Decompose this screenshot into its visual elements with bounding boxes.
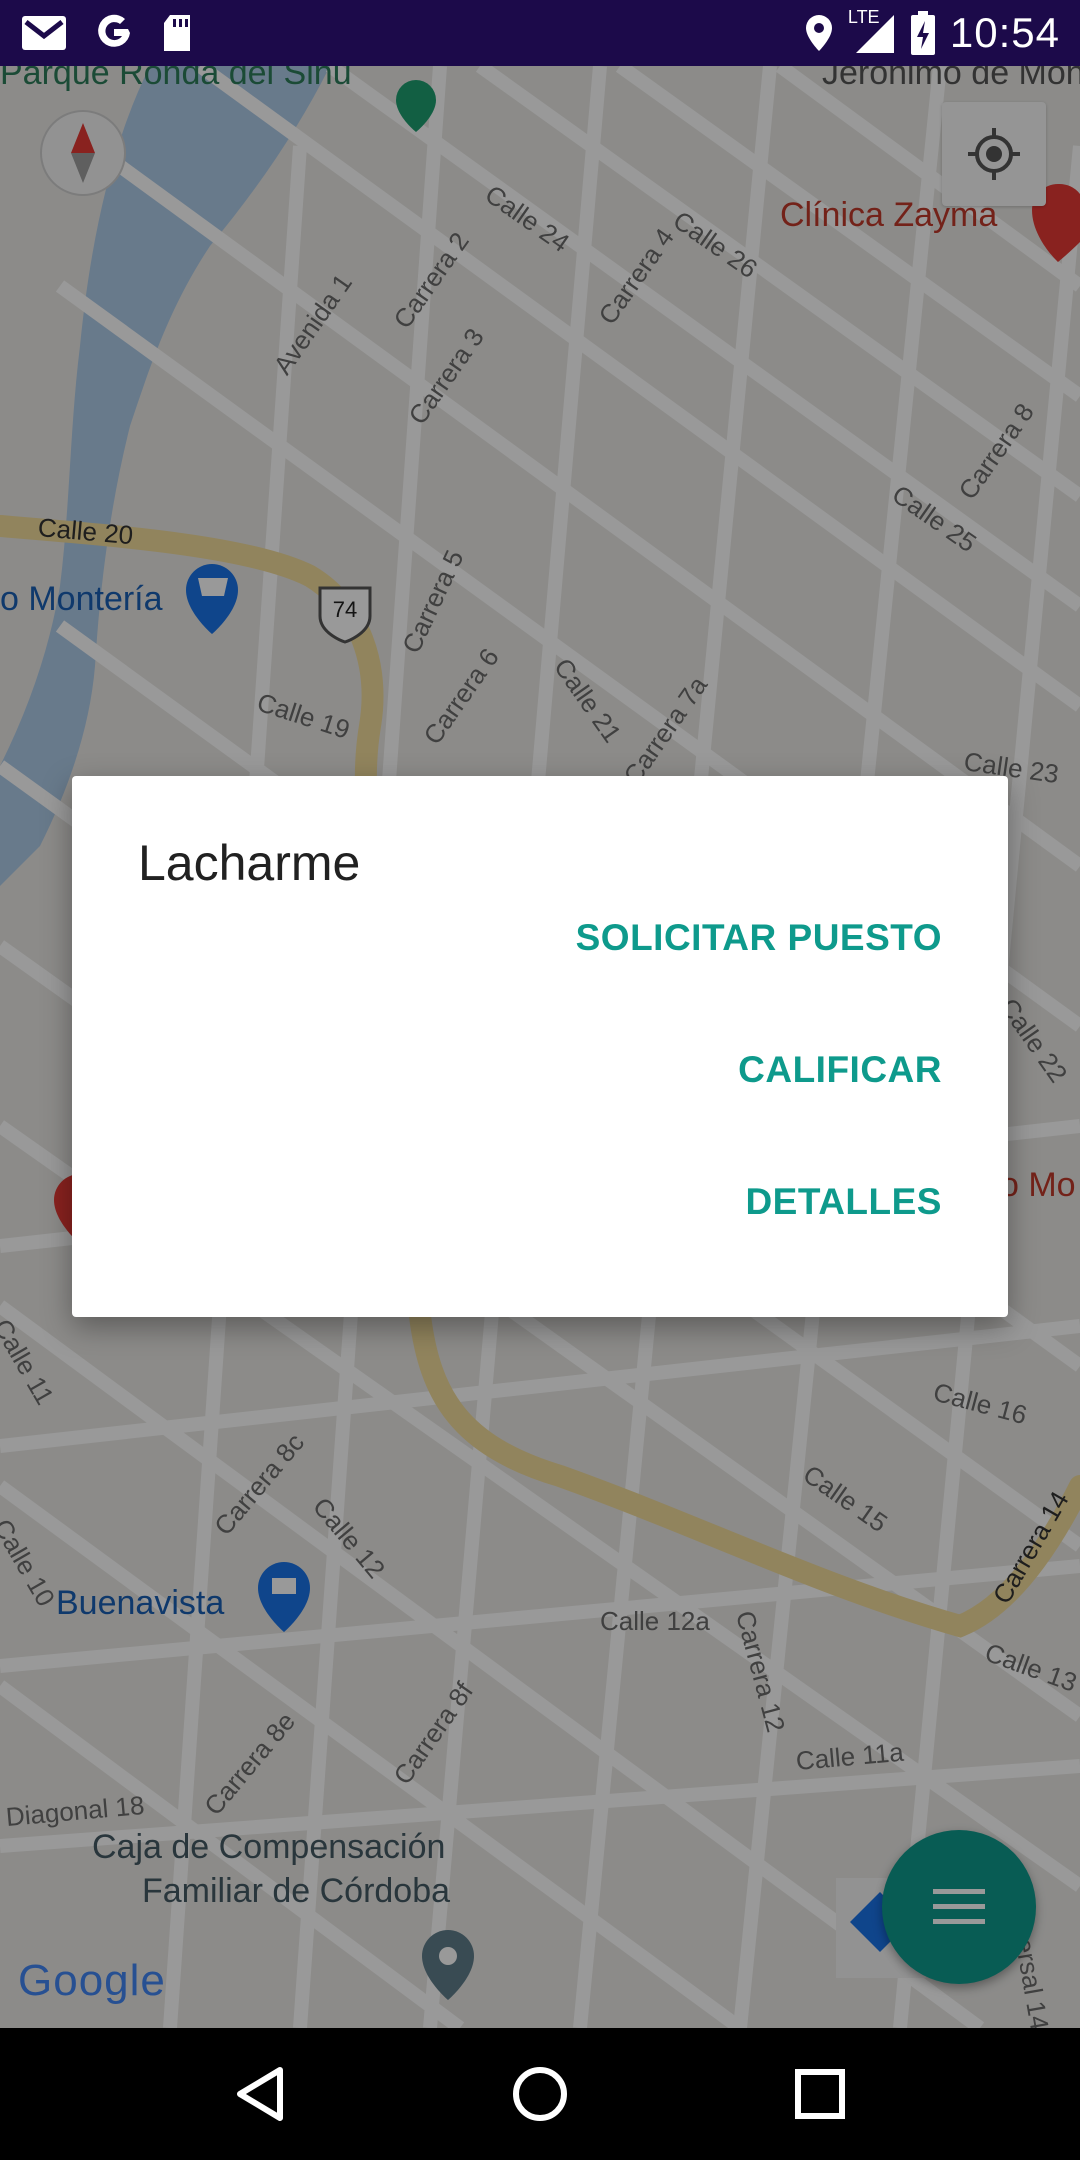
lte-label: LTE bbox=[847, 7, 880, 27]
options-dialog: Lacharme SOLICITAR PUESTO CALIFICAR DETA… bbox=[72, 776, 1008, 1317]
status-right-icons: LTE 10:54 bbox=[804, 7, 1060, 57]
navigation-bar bbox=[0, 2028, 1080, 2160]
clock: 10:54 bbox=[949, 9, 1060, 56]
status-left-icons bbox=[20, 13, 194, 53]
solicitar-puesto-button[interactable]: SOLICITAR PUESTO bbox=[576, 898, 942, 978]
calificar-button[interactable]: CALIFICAR bbox=[738, 1030, 942, 1110]
detalles-button[interactable]: DETALLES bbox=[745, 1162, 942, 1242]
lte-signal-icon: LTE bbox=[848, 7, 896, 55]
status-bar: LTE 10:54 bbox=[0, 0, 1080, 66]
google-icon bbox=[94, 13, 134, 53]
back-icon bbox=[237, 2067, 283, 2121]
dialog-title: Lacharme bbox=[138, 835, 361, 891]
home-button[interactable] bbox=[485, 2039, 595, 2149]
sd-card-icon bbox=[160, 13, 194, 53]
home-icon bbox=[513, 2067, 567, 2121]
back-button[interactable] bbox=[205, 2039, 315, 2149]
battery-charging-icon bbox=[910, 11, 936, 55]
location-icon bbox=[804, 13, 834, 53]
recents-icon bbox=[795, 2069, 845, 2119]
recents-button[interactable] bbox=[765, 2039, 875, 2149]
gmail-icon bbox=[20, 14, 68, 52]
